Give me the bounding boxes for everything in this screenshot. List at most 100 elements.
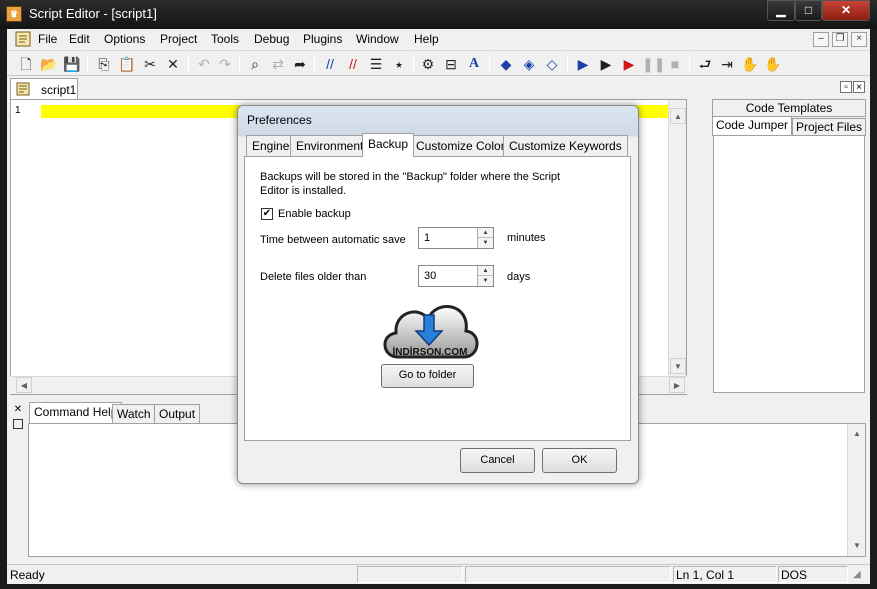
document-tabs: script1 xyxy=(7,77,707,99)
mdi-close-button[interactable]: × xyxy=(851,32,867,47)
paste-icon[interactable]: 📋 xyxy=(117,54,137,74)
minimize-button[interactable]: ▁ xyxy=(767,0,795,21)
save-icon[interactable]: 💾 xyxy=(62,54,82,74)
menu-plugins[interactable]: Plugins xyxy=(303,32,342,46)
panel-close-icon[interactable]: × xyxy=(853,81,865,93)
menu-tools[interactable]: Tools xyxy=(211,32,239,46)
spin-down-icon[interactable]: ▼ xyxy=(478,276,493,286)
goto-icon[interactable]: ➦ xyxy=(290,54,310,74)
menu-debug[interactable]: Debug xyxy=(254,32,289,46)
line-ending: DOS xyxy=(781,568,808,582)
delete-older-spinner[interactable]: 30 ▲ ▼ xyxy=(418,265,494,287)
delete-icon[interactable]: ✕ xyxy=(163,54,183,74)
tab-watch[interactable]: Watch xyxy=(112,404,156,423)
tab-engine[interactable]: Engine xyxy=(246,135,296,156)
bookmark-icon[interactable]: ⭑ xyxy=(389,54,409,74)
status-pane: DOS xyxy=(778,566,848,583)
delete-older-value: 30 xyxy=(424,270,437,282)
autosave-unit: minutes xyxy=(507,232,546,244)
code-jump-icon[interactable]: ⮐ xyxy=(695,54,715,74)
font-icon[interactable]: A xyxy=(464,54,484,74)
replace-icon[interactable]: ⇄ xyxy=(268,54,288,74)
editor-vertical-scrollbar[interactable]: ▲ ▼ xyxy=(668,100,686,376)
tab-command-help[interactable]: Command Help xyxy=(29,402,123,423)
redo-icon[interactable]: ↷ xyxy=(215,54,235,74)
backup-tab-page: Backups will be stored in the "Backup" f… xyxy=(244,156,631,441)
tab-script1[interactable]: script1 xyxy=(10,78,78,99)
tab-code-templates[interactable]: Code Templates xyxy=(712,99,866,117)
toolbar-separator xyxy=(567,55,568,73)
tab-label: script1 xyxy=(41,83,77,97)
hand-multi-icon[interactable]: ✋ xyxy=(763,54,783,74)
tab-project-files[interactable]: Project Files xyxy=(792,118,866,136)
run-red-icon[interactable]: ▶ xyxy=(619,54,639,74)
uncomment-icon[interactable]: // xyxy=(343,54,363,74)
tab-output[interactable]: Output xyxy=(154,404,201,423)
menu-edit[interactable]: Edit xyxy=(69,32,90,46)
mdi-restore-button[interactable]: ❐ xyxy=(832,32,848,47)
comment-icon[interactable]: // xyxy=(320,54,340,74)
settings-icon[interactable]: ⚙ xyxy=(418,54,438,74)
step-over-icon[interactable]: ◇ xyxy=(542,54,562,74)
menu-project[interactable]: Project xyxy=(160,32,197,46)
bottom-vertical-scrollbar[interactable]: ▲ ▼ xyxy=(847,424,865,556)
scroll-down-arrow-icon[interactable]: ▼ xyxy=(670,358,686,374)
tab-environment[interactable]: Environment xyxy=(290,135,370,156)
mdi-minimize-button[interactable]: – xyxy=(813,32,829,47)
toolbar-separator xyxy=(239,55,240,73)
scroll-up-arrow-icon[interactable]: ▲ xyxy=(849,426,865,442)
tab-backup[interactable]: Backup xyxy=(362,133,415,157)
script-doc-icon[interactable] xyxy=(15,31,31,47)
breakpoint-icon[interactable]: ◆ xyxy=(496,54,516,74)
step-into-icon[interactable]: ◈ xyxy=(519,54,539,74)
spin-down-icon[interactable]: ▼ xyxy=(478,238,493,248)
dialog-frame: Preferences Engine Environment Backup Cu… xyxy=(238,106,638,483)
tab-customize-keywords[interactable]: Customize Keywords xyxy=(503,135,628,156)
download-cloud-watermark-icon: İNDİRSON.COM xyxy=(383,305,479,359)
properties-icon[interactable]: ⊟ xyxy=(441,54,461,74)
tab-customize-colors[interactable]: Customize Colors xyxy=(410,135,517,156)
find-icon[interactable]: ⌕ xyxy=(245,54,265,74)
maximize-button[interactable]: □ xyxy=(795,0,822,21)
spin-up-icon[interactable]: ▲ xyxy=(478,266,493,276)
run-to-cursor-icon[interactable]: ▶ xyxy=(596,54,616,74)
tab-code-jumper[interactable]: Code Jumper xyxy=(712,116,792,136)
run-icon[interactable]: ▶ xyxy=(573,54,593,74)
open-folder-icon[interactable]: 📂 xyxy=(39,54,59,74)
title-bar: ♛ Script Editor - [script1] ▁ □ ✕ xyxy=(0,0,877,29)
stop-icon[interactable]: ■ xyxy=(665,54,685,74)
cursor-position: Ln 1, Col 1 xyxy=(676,568,735,582)
copy-icon[interactable]: ⎘ xyxy=(94,54,114,74)
dialog-title: Preferences xyxy=(247,113,312,127)
enable-backup-checkbox[interactable]: ✔ xyxy=(261,208,273,220)
window-title: Script Editor - [script1] xyxy=(29,6,157,21)
scroll-left-arrow-icon[interactable]: ◀ xyxy=(16,377,32,393)
cancel-button[interactable]: Cancel xyxy=(460,448,535,473)
close-button[interactable]: ✕ xyxy=(822,0,870,21)
new-file-icon[interactable]: 🗋 xyxy=(16,54,36,74)
menu-options[interactable]: Options xyxy=(104,32,145,46)
bottom-panel-restore-icon[interactable] xyxy=(13,419,23,429)
watermark-text: İNDİRSON.COM xyxy=(393,345,468,358)
menu-window[interactable]: Window xyxy=(356,32,399,46)
scroll-right-arrow-icon[interactable]: ▶ xyxy=(669,377,685,393)
status-pane xyxy=(465,566,671,583)
cut-icon[interactable]: ✂ xyxy=(140,54,160,74)
resize-grip-icon[interactable]: ◢ xyxy=(853,569,861,580)
code-jumper-list[interactable] xyxy=(713,135,865,393)
panel-restore-icon[interactable]: ▫ xyxy=(840,81,852,93)
autosave-spinner[interactable]: 1 ▲ ▼ xyxy=(418,227,494,249)
menu-file[interactable]: File xyxy=(38,32,57,46)
code-insert-icon[interactable]: ⇥ xyxy=(717,54,737,74)
menu-help[interactable]: Help xyxy=(414,32,439,46)
bottom-panel-close-icon[interactable]: ✕ xyxy=(13,405,23,415)
ok-button[interactable]: OK xyxy=(542,448,617,473)
pause-icon[interactable]: ❚❚ xyxy=(642,54,665,74)
undo-icon[interactable]: ↶ xyxy=(194,54,214,74)
go-to-folder-button[interactable]: Go to folder xyxy=(381,364,474,388)
scroll-down-arrow-icon[interactable]: ▼ xyxy=(849,538,865,554)
indent-icon[interactable]: ☰ xyxy=(366,54,386,74)
spin-up-icon[interactable]: ▲ xyxy=(478,228,493,238)
scroll-up-arrow-icon[interactable]: ▲ xyxy=(670,108,686,124)
hand-icon[interactable]: ✋ xyxy=(740,54,760,74)
